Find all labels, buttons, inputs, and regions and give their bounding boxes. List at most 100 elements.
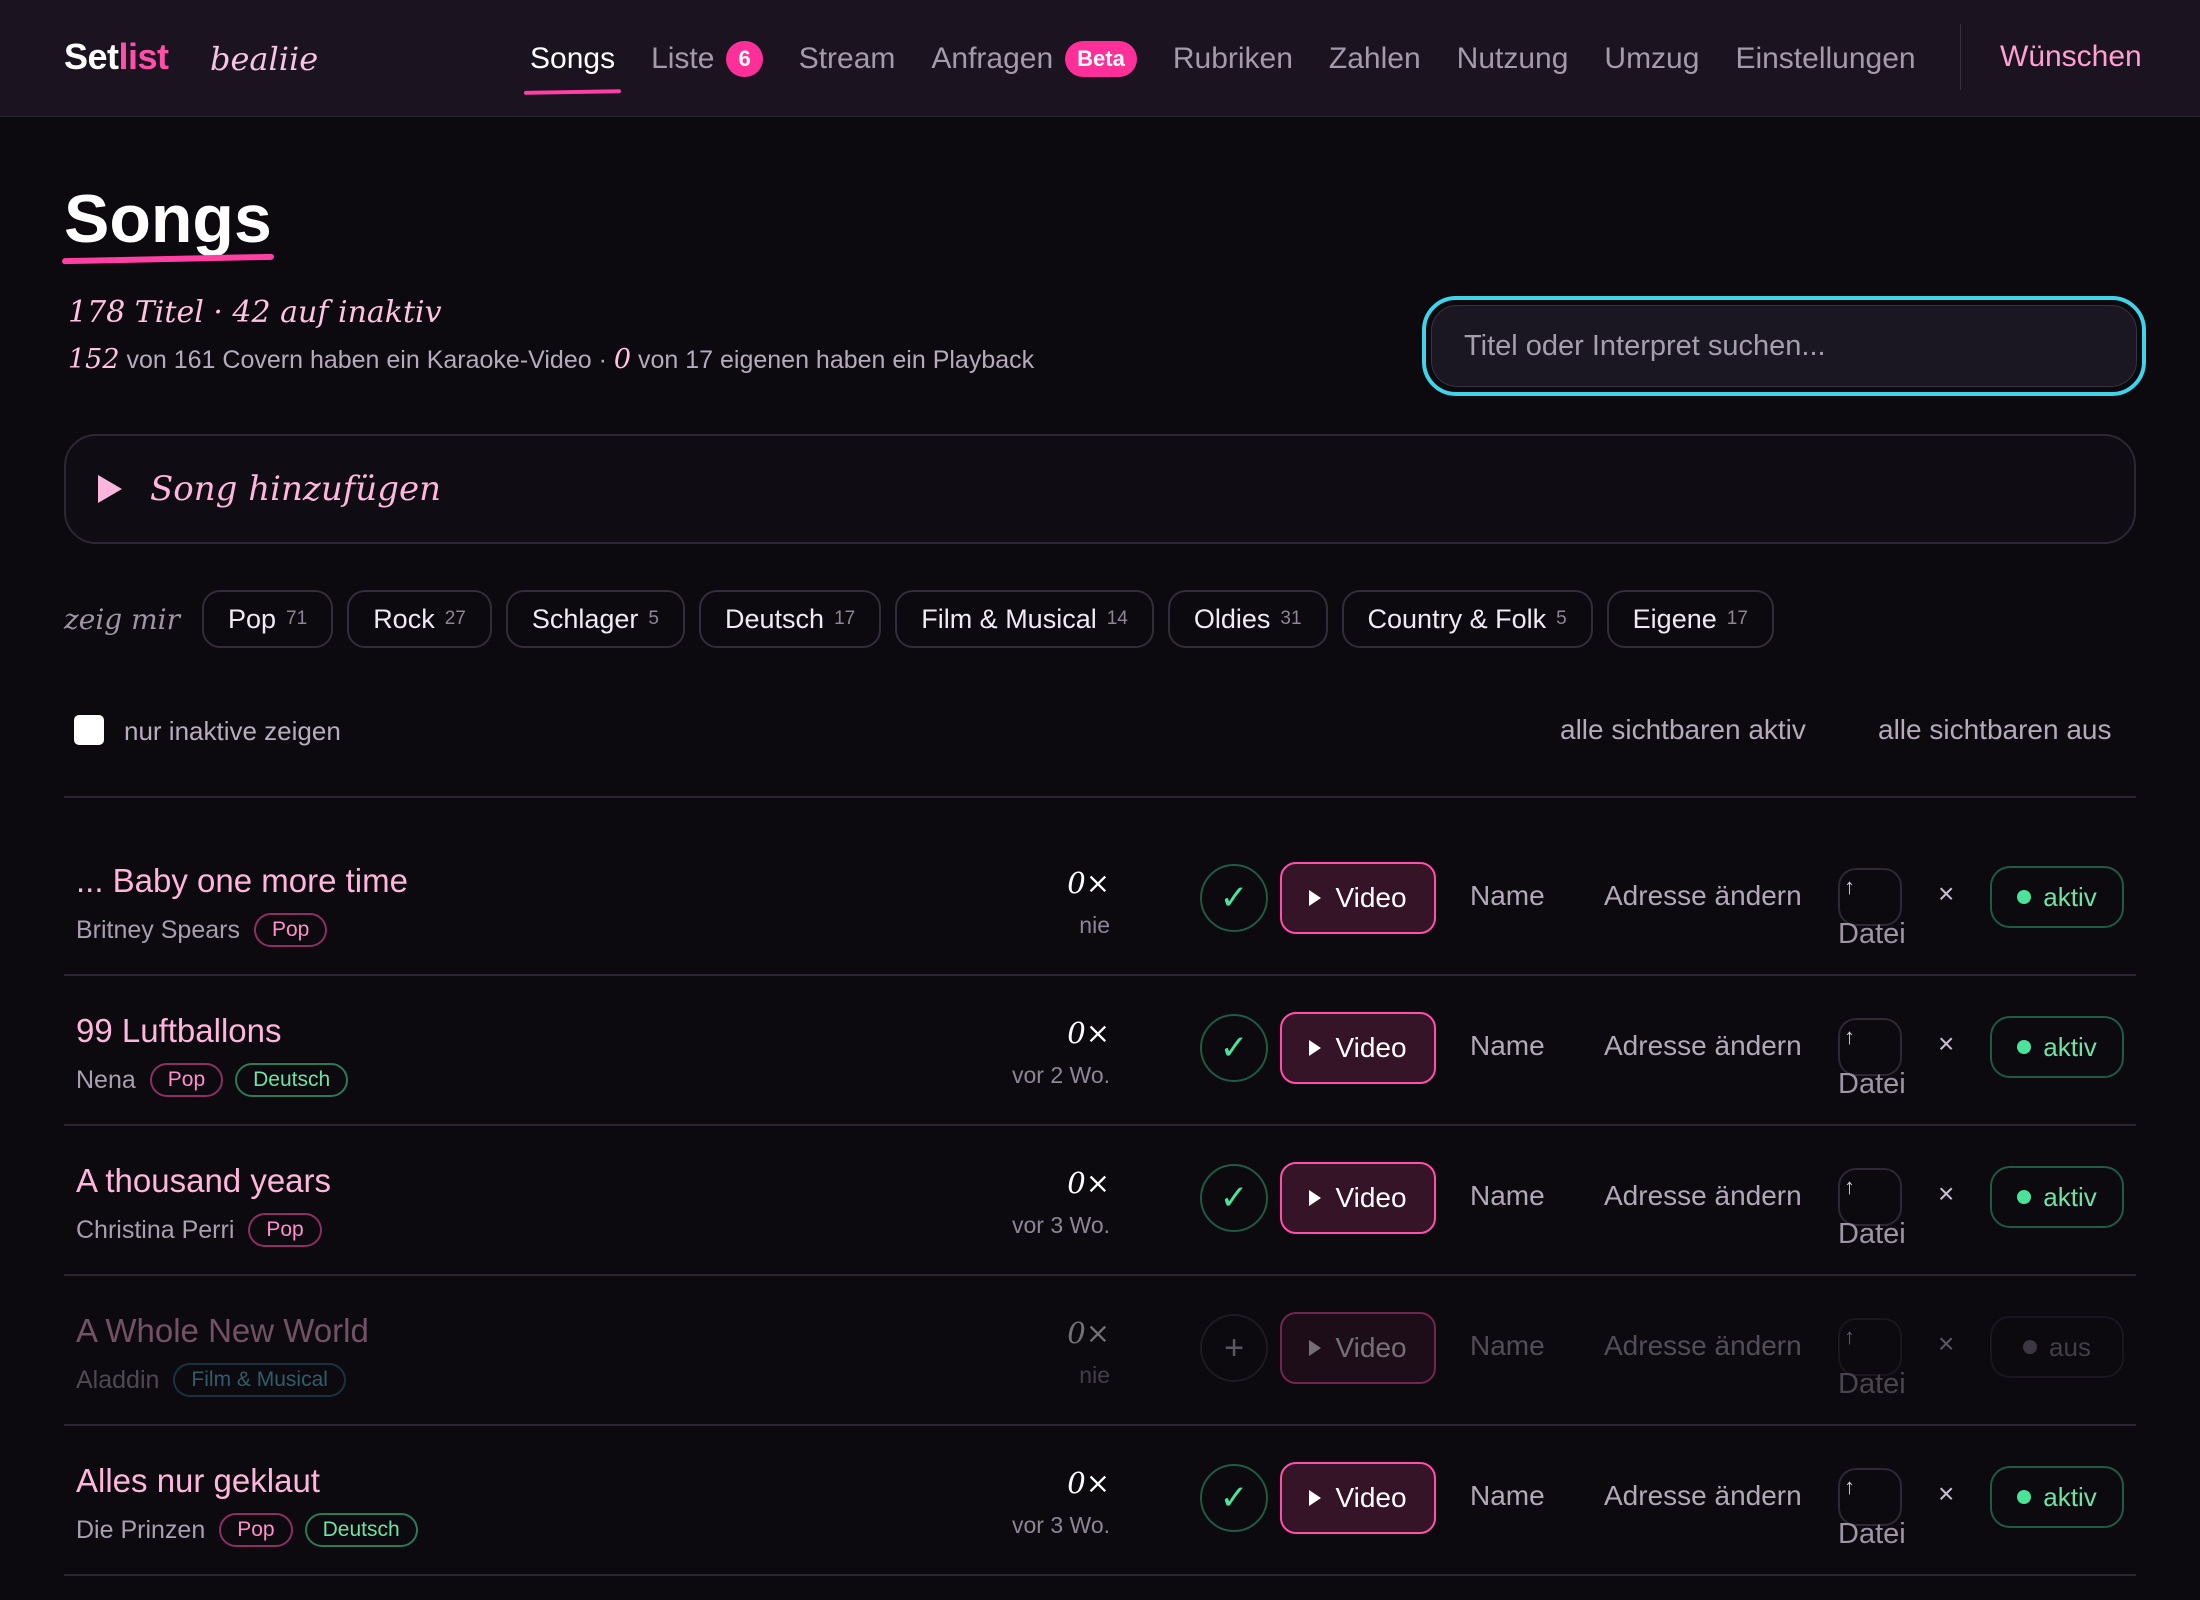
name-button[interactable]: Name — [1470, 1030, 1545, 1062]
filter-chip-name: Film & Musical — [921, 603, 1097, 634]
file-label: Datei — [1838, 1218, 1906, 1250]
check-icon: ✓ — [1219, 1029, 1249, 1067]
filter-chip-count: 14 — [1106, 608, 1128, 629]
name-button[interactable]: Name — [1470, 1480, 1545, 1512]
remove-icon[interactable]: × — [1938, 1478, 1954, 1510]
genre-tag[interactable]: Pop — [253, 913, 328, 947]
change-address-button[interactable]: Adresse ändern — [1604, 1480, 1802, 1512]
filter-chip[interactable]: Rock 27 — [347, 590, 492, 648]
name-button[interactable]: Name — [1470, 880, 1545, 912]
status-dot-icon — [2017, 890, 2032, 904]
nav-link-anfragen[interactable]: Anfragen Beta — [931, 40, 1137, 77]
genre-tag[interactable]: Deutsch — [235, 1063, 349, 1097]
filter-chip-name: Rock — [373, 603, 435, 634]
genre-tag[interactable]: Pop — [219, 1513, 293, 1547]
status-dot-icon — [2017, 1490, 2032, 1504]
play-count: 0× — [1067, 866, 1110, 900]
nav-link-umzug[interactable]: Umzug — [1604, 42, 1699, 76]
filter-chip-count: 17 — [1726, 608, 1748, 629]
filter-chip[interactable]: Schlager 5 — [505, 590, 685, 648]
name-button[interactable]: Name — [1470, 1330, 1545, 1362]
remove-icon[interactable]: × — [1938, 1178, 1954, 1210]
video-button[interactable]: Video — [1280, 1012, 1436, 1084]
genre-tag[interactable]: Film & Musical — [173, 1363, 346, 1397]
row-divider — [64, 1124, 2136, 1126]
song-meta: Die Prinzen Pop Deutsch — [76, 1512, 430, 1548]
status-dot-icon — [2023, 1340, 2038, 1354]
filter-chip[interactable]: Country & Folk 5 — [1341, 590, 1593, 648]
genre-tag[interactable]: Pop — [149, 1063, 224, 1097]
nav-link-stream[interactable]: Stream — [799, 42, 896, 76]
nav-wish-link[interactable]: Wünschen — [2000, 40, 2142, 74]
add-toggle-button[interactable]: + — [1200, 1314, 1268, 1382]
checked-toggle-button[interactable]: ✓ — [1200, 864, 1268, 932]
all-visible-off-button[interactable]: alle sichtbaren aus — [1878, 714, 2111, 746]
only-inactive-checkbox[interactable] — [74, 715, 104, 745]
filter-chip[interactable]: Film & Musical 14 — [895, 590, 1154, 648]
all-visible-on-button[interactable]: alle sichtbaren aktiv — [1560, 714, 1806, 746]
status-label: aus — [2049, 1331, 2091, 1362]
change-address-button[interactable]: Adresse ändern — [1604, 880, 1802, 912]
brand-logo[interactable]: Setlist — [64, 36, 169, 78]
check-icon: ✓ — [1219, 1179, 1249, 1217]
nav-badge: 6 — [726, 40, 763, 77]
video-button[interactable]: Video — [1280, 1312, 1436, 1384]
checked-toggle-button[interactable]: ✓ — [1200, 1464, 1268, 1532]
remove-icon[interactable]: × — [1938, 1328, 1954, 1360]
filter-chip[interactable]: Oldies 31 — [1167, 590, 1328, 648]
status-toggle[interactable]: aktiv — [1990, 1466, 2124, 1528]
genre-tag[interactable]: Pop — [248, 1213, 322, 1247]
remove-icon[interactable]: × — [1938, 1028, 1954, 1060]
nav-link-liste[interactable]: Liste 6 — [651, 40, 763, 77]
video-button[interactable]: Video — [1280, 1162, 1436, 1234]
nav-link-nutzung[interactable]: Nutzung — [1457, 42, 1569, 76]
change-address-button[interactable]: Adresse ändern — [1604, 1180, 1802, 1212]
status-toggle[interactable]: aktiv — [1990, 1166, 2124, 1228]
filter-chip[interactable]: Deutsch 17 — [699, 590, 882, 648]
filter-chip-count: 5 — [1556, 608, 1567, 629]
list-controls: nur inaktive zeigen alle sichtbaren akti… — [64, 706, 2136, 754]
song-meta: Christina Perri Pop — [76, 1212, 334, 1248]
last-played: vor 3 Wo. — [1012, 1212, 1110, 1238]
checked-toggle-button[interactable]: ✓ — [1200, 1164, 1268, 1232]
filter-chip-name: Eigene — [1632, 603, 1717, 634]
nav-link-einstellungen[interactable]: Einstellungen — [1735, 42, 1915, 76]
genre-tag[interactable]: Deutsch — [304, 1513, 418, 1547]
add-song-toggle[interactable]: Song hinzufügen — [64, 434, 2136, 544]
status-toggle[interactable]: aktiv — [1990, 866, 2124, 928]
status-label: aktiv — [2043, 881, 2097, 912]
name-button[interactable]: Name — [1470, 1180, 1545, 1212]
filter-chip-count: 71 — [286, 608, 308, 629]
karaoke-count: 152 — [68, 344, 120, 375]
nav-link-rubriken[interactable]: Rubriken — [1173, 42, 1293, 76]
search-input[interactable] — [1431, 305, 2137, 387]
nav-link-label: Umzug — [1604, 41, 1700, 75]
check-icon: ✓ — [1219, 1479, 1249, 1517]
change-address-button[interactable]: Adresse ändern — [1604, 1330, 1802, 1362]
status-toggle[interactable]: aus — [1990, 1316, 2124, 1378]
song-title: ... Baby one more time — [76, 862, 408, 899]
nav-link-label: Einstellungen — [1735, 41, 1916, 75]
status-toggle[interactable]: aktiv — [1990, 1016, 2124, 1078]
nav-badge: Beta — [1065, 40, 1137, 77]
filter-chip[interactable]: Pop 71 — [202, 590, 334, 648]
song-row: A Whole New World Aladdin Film & Musical 0×… — [64, 1312, 2136, 1462]
song-artist: Christina Perri — [76, 1215, 235, 1244]
remove-icon[interactable]: × — [1938, 878, 1954, 910]
nav-link-zahlen[interactable]: Zahlen — [1329, 42, 1421, 76]
change-address-button[interactable]: Adresse ändern — [1604, 1030, 1802, 1062]
row-divider — [64, 1574, 2136, 1576]
expand-triangle-icon — [98, 475, 122, 503]
checked-toggle-button[interactable]: ✓ — [1200, 1014, 1268, 1082]
song-meta: Britney Spears Pop — [76, 912, 339, 948]
filter-chip-name: Schlager — [531, 603, 639, 634]
video-label: Video — [1335, 1332, 1407, 1363]
status-label: aktiv — [2043, 1481, 2097, 1512]
song-meta: Nena Pop Deutsch — [76, 1062, 360, 1098]
nav-link-songs[interactable]: Songs — [530, 42, 615, 76]
song-row: A thousand years Christina Perri Pop 0× vor … — [64, 1162, 2136, 1312]
video-button[interactable]: Video — [1280, 862, 1436, 934]
video-button[interactable]: Video — [1280, 1462, 1436, 1534]
filter-chip[interactable]: Eigene 17 — [1606, 590, 1774, 648]
brand-logo-part-a: Set — [64, 36, 119, 77]
